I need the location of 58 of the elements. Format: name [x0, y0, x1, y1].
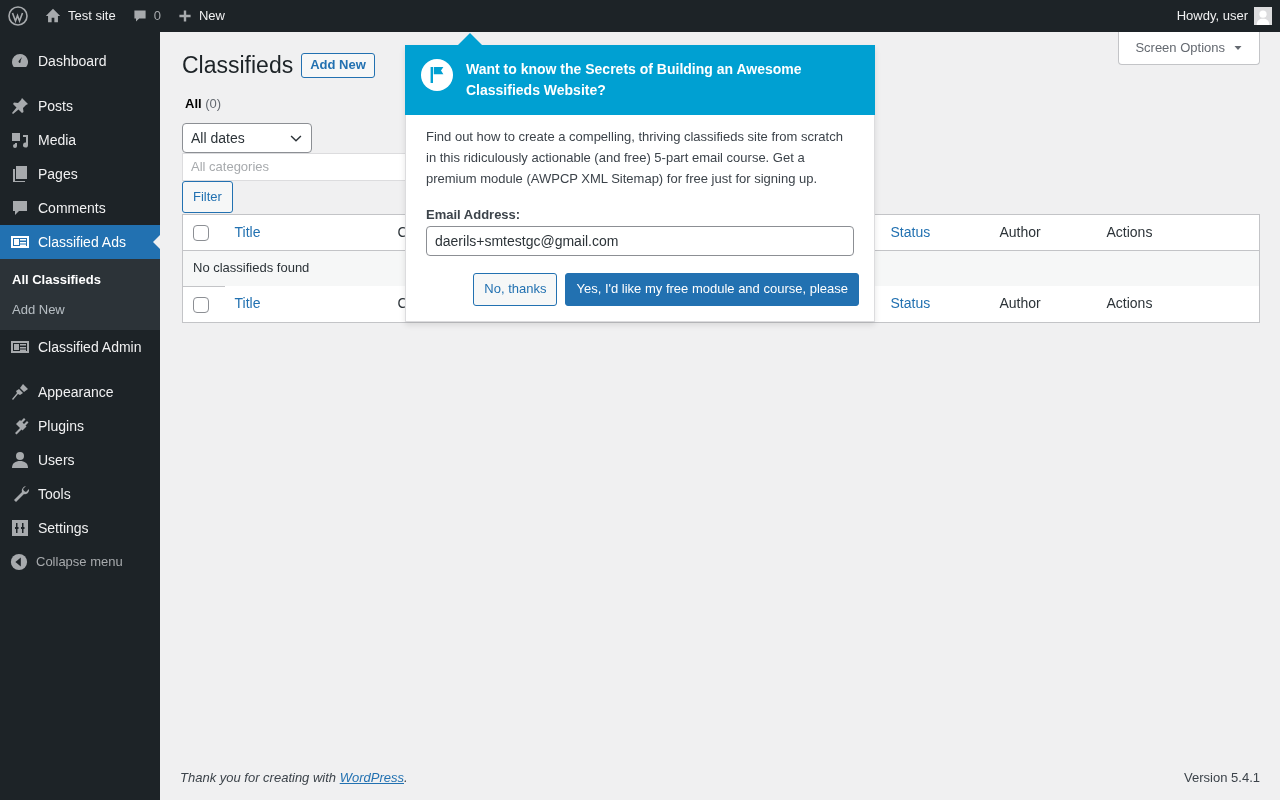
view-filter-link[interactable]: All (0) [185, 93, 222, 114]
column-header: Actions [1106, 295, 1153, 312]
column-header: Actions [1106, 223, 1153, 240]
column-sort-link[interactable]: Title [234, 223, 261, 240]
version-text: Version 5.4.1 [1184, 768, 1260, 787]
plus-icon [176, 8, 193, 24]
menu-item[interactable]: Appearance [0, 375, 160, 409]
site-link[interactable]: Test site [36, 0, 124, 32]
menu-item[interactable]: Media [0, 123, 160, 157]
paintbrush-icon [10, 382, 30, 402]
speech-bubble-icon [10, 198, 30, 218]
active-item-pointer [153, 235, 160, 249]
menu-item[interactable]: Plugins [0, 409, 160, 443]
column-header: Author [999, 223, 1041, 240]
flag-icon [421, 59, 453, 91]
pin-icon [10, 96, 30, 116]
checkbox[interactable] [193, 296, 209, 313]
new-link[interactable]: New [168, 0, 233, 32]
checkbox[interactable] [193, 224, 209, 241]
wordpress-link[interactable]: WordPress [339, 769, 404, 785]
speech-bubble-icon [131, 8, 148, 24]
wordpress-logo-icon [8, 6, 28, 26]
menu-item[interactable]: Tools [0, 477, 160, 511]
submenu-item[interactable]: All Classifieds [0, 265, 160, 295]
column-sort-link[interactable]: Title [234, 295, 261, 312]
sliders-icon [10, 518, 30, 538]
user-icon [10, 450, 30, 470]
account-link[interactable]: Howdy, user [1168, 0, 1280, 32]
column-sort-link[interactable]: Status [890, 295, 931, 312]
popup-title: Want to know the Secrets of Building an Awesome Classifieds Website? [466, 60, 803, 100]
menu-item[interactable]: Comments [0, 191, 160, 225]
page-title: Classifieds [182, 52, 294, 80]
comments-link[interactable]: 0 [123, 0, 169, 32]
submenu-item[interactable]: Add New [0, 294, 160, 324]
email-label: Email Address: [426, 206, 522, 225]
avatar-icon [1254, 7, 1272, 25]
menu-item[interactable]: Dashboard [0, 44, 160, 78]
menu-item[interactable]: Classified Ads [0, 225, 160, 259]
home-icon [44, 7, 62, 25]
subscribe-button[interactable]: Yes, I'd like my free module and course, please [565, 273, 859, 306]
media-icon [10, 130, 30, 150]
column-sort-link[interactable]: Status [890, 223, 931, 240]
collapse-menu-button[interactable]: Collapse menu [0, 545, 160, 579]
menu-item[interactable]: Posts [0, 89, 160, 123]
add-new-button[interactable]: Add New [301, 53, 375, 79]
menu-item[interactable]: Pages [0, 157, 160, 191]
pages-icon [10, 164, 30, 184]
empty-message: No classifieds found [193, 260, 310, 276]
email-field[interactable]: daerils+smtestgc@gmail.com [426, 226, 854, 257]
date-filter-select[interactable]: All dates [182, 123, 312, 154]
menu-item[interactable]: Classified Admin [0, 330, 160, 364]
filter-button[interactable]: Filter [182, 181, 233, 213]
dismiss-button[interactable]: No, thanks [473, 273, 558, 306]
column-header: Author [999, 295, 1041, 312]
menu-item[interactable]: Settings [0, 511, 160, 545]
footer-text: Thank you for creating with WordPress. [180, 768, 408, 787]
screen-options-button[interactable]: Screen Options [1118, 32, 1260, 65]
menu-item[interactable]: Users [0, 443, 160, 477]
